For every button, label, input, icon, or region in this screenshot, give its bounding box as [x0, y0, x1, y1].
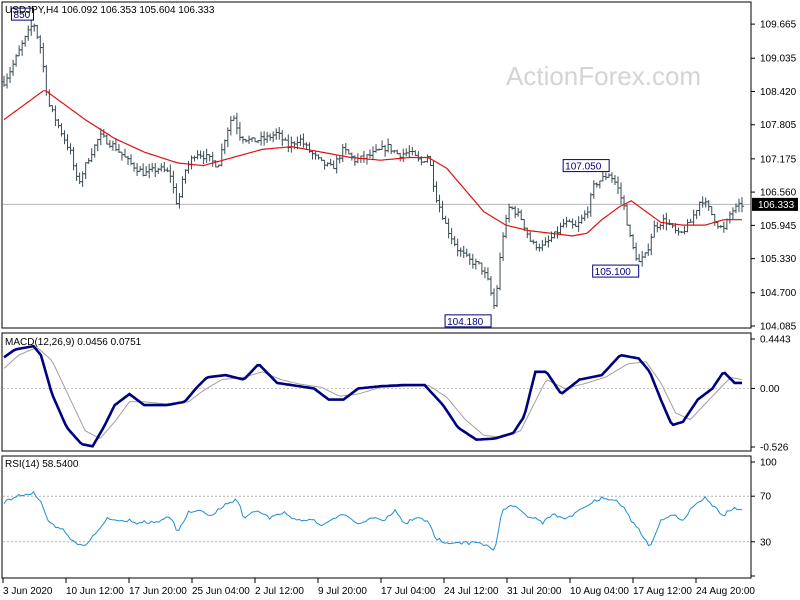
price-y-tick-label: 104.085 — [760, 322, 797, 333]
watermark: ActionForex.com — [506, 61, 701, 91]
time-tick-label: 2 Jul 12:00 — [255, 586, 304, 597]
time-tick-label: 3 Jun 2020 — [3, 586, 53, 597]
rsi-y-tick-label: 30 — [760, 537, 772, 548]
rsi-panel-frame — [1, 455, 752, 579]
macd-y-tick-label: 0.00 — [760, 384, 780, 395]
rsi-panel-title: RSI(14) 58.5400 — [5, 459, 79, 470]
macd-panel-title: MACD(12,26,9) 0.0456 0.0751 — [5, 337, 142, 348]
price-annotation-label: 107.050 — [565, 162, 602, 173]
time-tick-label: 31 Jul 20:00 — [507, 586, 562, 597]
time-tick-label: 10 Aug 04:00 — [570, 586, 629, 597]
time-tick-label: 17 Jun 20:00 — [129, 586, 187, 597]
time-tick-label: 17 Jul 04:00 — [381, 586, 436, 597]
price-y-tick-label: 105.330 — [760, 254, 797, 265]
price-y-tick-label: 107.805 — [760, 120, 797, 131]
time-tick-label: 24 Aug 20:00 — [696, 586, 755, 597]
macd-panel: MACD(12,26,9) 0.0456 0.0751 0.4443 0.00 -0… — [1, 332, 791, 454]
price-y-tick-label: 106.560 — [760, 188, 797, 199]
price-annotation: 104.180 — [444, 314, 492, 328]
price-annotation: 105.100 — [592, 264, 640, 278]
price-panel-title: USDJPY,H4 106.092 106.353 105.604 106.33… — [5, 5, 215, 16]
price-annotation-label: 104.180 — [447, 317, 484, 328]
macd-y-tick-label: -0.526 — [760, 443, 789, 454]
macd-panel-frame — [1, 332, 752, 452]
price-y-tick-label: 105.945 — [760, 221, 797, 232]
chart-canvas: ActionForex.com 850107.050105.100104.180… — [0, 0, 800, 600]
current-price-box: 106.333 — [752, 197, 798, 211]
rsi-y-tick-label: 100 — [760, 458, 777, 469]
price-annotation-label: 105.100 — [595, 267, 632, 278]
price-y-tick-label: 108.420 — [760, 87, 797, 98]
time-tick-label: 25 Jun 04:00 — [192, 586, 250, 597]
price-y-tick-label: 109.035 — [760, 54, 797, 65]
current-price-label: 106.333 — [758, 200, 795, 211]
rsi-y-tick-label: 70 — [760, 492, 772, 503]
price-panel-frame — [1, 1, 752, 329]
price-annotation: 107.050 — [562, 159, 610, 173]
price-y-tick-label: 104.700 — [760, 288, 797, 299]
time-tick-label: 24 Jul 12:00 — [444, 586, 499, 597]
price-panel: ActionForex.com 850107.050105.100104.180… — [1, 1, 798, 333]
macd-y-tick-label: 0.4443 — [760, 335, 791, 346]
price-y-tick-label: 109.665 — [760, 20, 797, 31]
time-tick-label: 17 Aug 12:00 — [633, 586, 692, 597]
rsi-panel: RSI(14) 58.5400 100 70 30 — [1, 455, 777, 579]
time-tick-label: 9 Jul 20:00 — [318, 586, 367, 597]
time-tick-label: 10 Jun 12:00 — [66, 586, 124, 597]
price-y-tick-label: 107.175 — [760, 154, 797, 165]
